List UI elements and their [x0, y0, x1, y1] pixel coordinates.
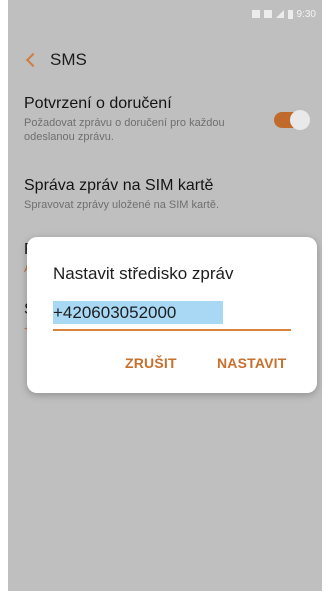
setting-title: Správa zpráv na SIM kartě [24, 177, 214, 194]
toggle-knob [290, 110, 310, 130]
battery-icon [287, 9, 293, 19]
setting-title: Potvrzení o doručení [24, 95, 172, 112]
cancel-button[interactable]: ZRUŠIT [125, 355, 177, 371]
delivery-report-toggle[interactable] [274, 110, 310, 130]
setting-subtitle: Požadovat zprávu o doručení pro každou o… [24, 117, 225, 143]
page-title: SMS [50, 50, 87, 69]
nfc-icon [251, 10, 260, 18]
message-center-number-input[interactable] [53, 299, 291, 331]
app-bar: SMS [8, 40, 322, 80]
signal-icon [275, 10, 284, 18]
message-center-dialog: Nastavit středisko zpráv ZRUŠIT NASTAVIT [27, 237, 317, 393]
setting-delivery-report[interactable]: Potvrzení o doručení Požadovat zprávu o … [8, 88, 322, 158]
dialog-title: Nastavit středisko zpráv [53, 264, 234, 283]
setting-sim-messages[interactable]: Správa zpráv na SIM kartě Spravovat zprá… [8, 170, 322, 226]
clock: 9:30 [296, 8, 316, 20]
set-button[interactable]: NASTAVIT [217, 355, 287, 371]
back-arrow-icon[interactable] [14, 42, 50, 78]
wifi-icon [263, 10, 272, 18]
setting-subtitle: Spravovat zprávy uložené na SIM kartě. [24, 199, 220, 211]
status-bar: 9:30 [8, 0, 322, 28]
